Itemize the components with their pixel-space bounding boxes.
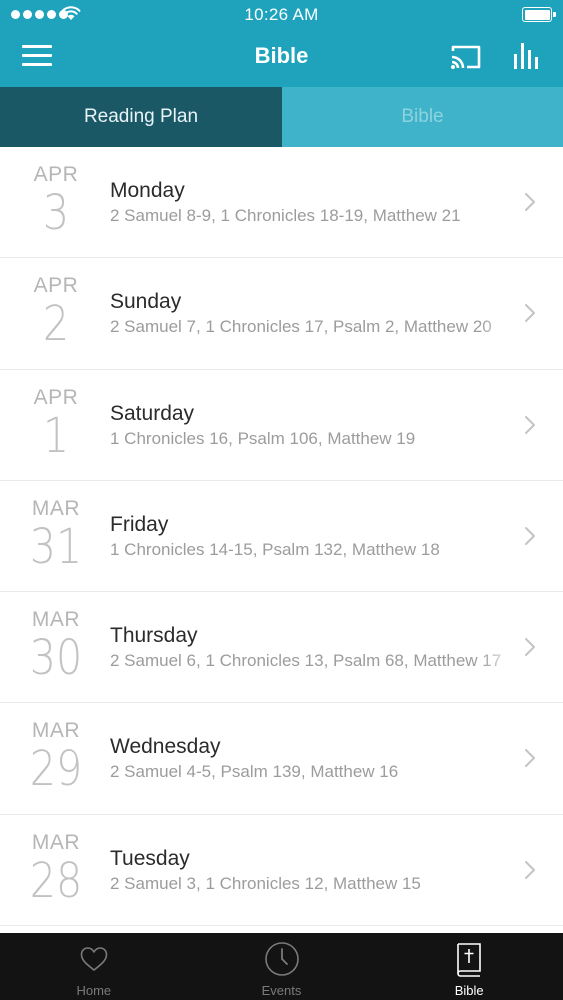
tabbar-item-events[interactable]: Events (188, 933, 376, 1000)
date-block: MAR 30 (14, 608, 98, 684)
tabbar-item-bible[interactable]: Bible (375, 933, 563, 1000)
chevron-right-icon (525, 415, 535, 434)
chevron-right-icon (525, 638, 535, 657)
date-block: MAR 31 (14, 497, 98, 573)
bible-icon (457, 943, 481, 977)
date-day: 31 (29, 518, 83, 575)
app-screen: 10:26 AM Bible Reading Plan Bible APR 3 Mo… (0, 0, 563, 1000)
date-day: 1 (42, 407, 70, 464)
text-fade (480, 762, 520, 784)
date-day: 29 (29, 741, 83, 798)
battery-icon (522, 7, 556, 22)
date-month: MAR (31, 608, 81, 632)
heart-icon (80, 947, 108, 972)
text-fade (480, 428, 520, 450)
tabbar-label-events: Events (261, 983, 302, 998)
reading-passages: 1 Chronicles 14-15, Psalm 132, Matthew 1… (110, 539, 440, 559)
reading-passages: 2 Samuel 8-9, 1 Chronicles 18-19, Matthe… (110, 206, 461, 225)
reading-weekday: Wednesday (110, 735, 221, 759)
date-block: MAR 28 (14, 831, 98, 907)
list-item[interactable]: MAR 31 Friday 1 Chronicles 14-15, Psalm 132… (0, 480, 563, 593)
reading-text: Saturday 1 Chronicles 16, Psalm 106, Matt… (110, 401, 520, 450)
tabbar-label-bible: Bible (454, 983, 484, 998)
reading-passages: 2 Samuel 6, 1 Chronicles 13, Psalm 68, M… (110, 651, 502, 671)
date-day: 3 (42, 185, 70, 241)
list-item[interactable]: MAR 29 Wednesday 2 Samuel 4-5, Psalm 139, M… (0, 703, 563, 815)
tab-bible[interactable]: Bible (282, 87, 563, 147)
chevron-right-icon (525, 193, 535, 211)
date-month: APR (33, 385, 79, 409)
cast-icon[interactable] (449, 43, 483, 71)
tabbar-label-home: Home (76, 983, 112, 998)
reading-text: Tuesday 2 Samuel 3, 1 Chronicles 12, Matt… (110, 846, 520, 895)
reading-text: Monday 2 Samuel 8-9, 1 Chronicles 18-19, … (110, 178, 520, 227)
chevron-right-icon (525, 304, 535, 323)
date-day: 2 (42, 296, 70, 353)
list-item[interactable]: MAR 28 Tuesday 2 Samuel 3, 1 Chronicles 12,… (0, 814, 563, 927)
reading-text: Sunday 2 Samuel 7, 1 Chronicles 17, Psalm… (110, 289, 520, 339)
reading-weekday: Saturday (110, 401, 195, 425)
text-fade (480, 873, 520, 895)
reading-weekday: Sunday (110, 290, 182, 314)
date-day: 28 (29, 852, 83, 909)
reading-passages: 2 Samuel 7, 1 Chronicles 17, Psalm 2, Ma… (110, 317, 492, 337)
date-block: APR 3 (14, 163, 98, 239)
clock-icon (264, 942, 299, 976)
navigation-bar: 10:26 AM Bible (0, 0, 563, 87)
date-block: APR 1 (14, 386, 98, 462)
list-item[interactable]: APR 3 Monday 2 Samuel 8-9, 1 Chronicles 18-… (0, 147, 563, 259)
segment-tabs: Reading Plan Bible (0, 87, 563, 147)
reading-text: Friday 1 Chronicles 14-15, Psalm 132, Mat… (110, 512, 520, 561)
reading-plan-list: APR 3 Monday 2 Samuel 8-9, 1 Chronicles 18-… (0, 147, 563, 933)
reading-passages: 1 Chronicles 16, Psalm 106, Matthew 19 (110, 428, 416, 448)
list-item[interactable]: MAR 30 Thursday 2 Samuel 6, 1 Chronicles 13… (0, 592, 563, 704)
chevron-right-icon (525, 749, 535, 768)
text-fade (480, 539, 520, 561)
tab-reading-plan[interactable]: Reading Plan (0, 87, 282, 147)
bottom-tab-bar: Home Events Bible (0, 933, 563, 1000)
date-month: APR (33, 274, 79, 298)
text-fade (480, 317, 520, 339)
reading-text: Wednesday 2 Samuel 4-5, Psalm 139, Matthe… (110, 734, 520, 784)
date-month: MAR (31, 496, 81, 520)
reading-passages: 2 Samuel 4-5, Psalm 139, Matthew 16 (110, 762, 399, 782)
reading-passages: 2 Samuel 3, 1 Chronicles 12, Matthew 15 (110, 873, 421, 893)
date-month: APR (33, 163, 79, 186)
text-fade (480, 206, 520, 227)
date-day: 30 (29, 630, 83, 687)
reading-text: Thursday 2 Samuel 6, 1 Chronicles 13, Psa… (110, 623, 520, 673)
chevron-right-icon (525, 526, 535, 545)
date-block: APR 2 (14, 274, 98, 350)
text-fade (480, 651, 520, 673)
reading-weekday: Friday (110, 512, 169, 536)
date-month: MAR (31, 719, 81, 743)
list-item[interactable]: APR 2 Sunday 2 Samuel 7, 1 Chronicles 17, P… (0, 258, 563, 370)
date-block: MAR 29 (14, 719, 98, 795)
date-month: MAR (31, 830, 81, 854)
reading-weekday: Thursday (110, 624, 198, 648)
status-time: 10:26 AM (244, 5, 319, 24)
reading-weekday: Monday (110, 179, 185, 202)
list-item[interactable]: APR 1 Saturday 1 Chronicles 16, Psalm 106, … (0, 369, 563, 481)
audio-levels-icon[interactable] (512, 42, 540, 70)
reading-weekday: Tuesday (110, 846, 190, 870)
status-bar: 10:26 AM (0, 0, 563, 30)
chevron-right-icon (525, 860, 535, 879)
tabbar-item-home[interactable]: Home (0, 933, 188, 1000)
